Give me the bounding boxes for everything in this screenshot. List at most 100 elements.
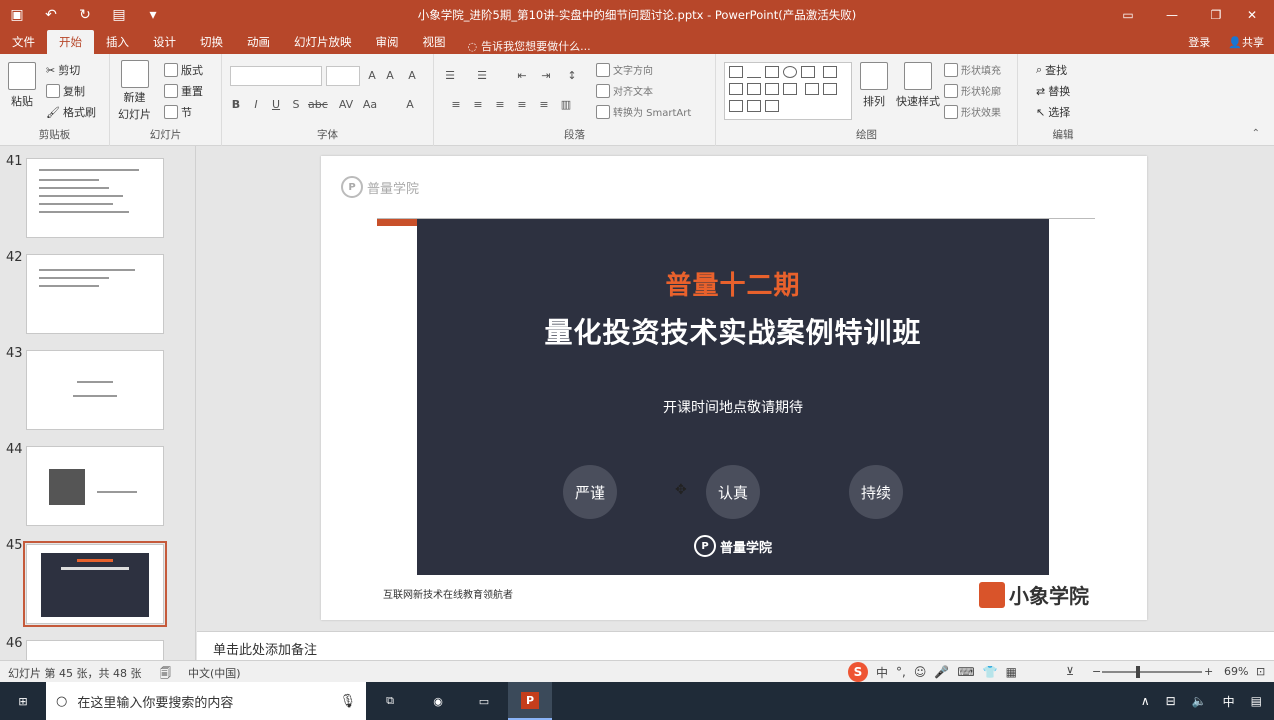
char-spacing-icon[interactable]: AV xyxy=(338,98,354,111)
columns-icon[interactable]: ▥ xyxy=(558,98,574,111)
zoom-slider-track[interactable] xyxy=(1102,671,1202,673)
task-view-icon[interactable]: ⧉ xyxy=(368,682,412,720)
dropdown-icon[interactable]: ▾ xyxy=(136,0,170,30)
paste-button[interactable]: 粘贴 xyxy=(8,62,36,109)
undo-icon[interactable]: ↶ xyxy=(34,0,68,30)
line-spacing-icon[interactable]: ↕ xyxy=(564,69,580,82)
increase-indent-icon[interactable]: ⇥ xyxy=(538,69,554,82)
select-button[interactable]: ↖ 选择 xyxy=(1036,104,1070,120)
copy-button[interactable]: 复制 xyxy=(46,83,85,99)
slide-thumbnail-45[interactable] xyxy=(23,541,167,627)
tell-me-box[interactable]: ◌ 告诉我您想要做什么... xyxy=(458,38,591,54)
editor-scrollbar[interactable] xyxy=(1260,146,1274,626)
slide-thumbnail-43[interactable] xyxy=(26,350,164,430)
thumbnail-scrollbar[interactable] xyxy=(181,146,191,656)
shape-fill-button[interactable]: 形状填充 xyxy=(944,62,1001,77)
save-icon[interactable]: ▣ xyxy=(0,0,34,30)
emoji-icon[interactable]: ☺ xyxy=(914,665,927,679)
new-slide-button[interactable]: 新建 幻灯片 xyxy=(118,60,151,122)
microphone-icon[interactable]: 🎤 xyxy=(934,665,949,679)
notification-icon[interactable]: ▤ xyxy=(1251,694,1262,708)
redo-icon[interactable]: ↻ xyxy=(68,0,102,30)
font-name-combo[interactable] xyxy=(230,66,322,86)
minimize-icon[interactable]: — xyxy=(1150,0,1194,30)
tab-design[interactable]: 设计 xyxy=(141,30,188,54)
zoom-in-icon[interactable]: + xyxy=(1204,665,1213,678)
shape-effects-button[interactable]: 形状效果 xyxy=(944,104,1001,119)
tab-slideshow[interactable]: 幻灯片放映 xyxy=(282,30,364,54)
slide-counter[interactable]: 幻灯片 第 45 张，共 48 张 xyxy=(8,665,141,681)
bullets-icon[interactable]: ☰ xyxy=(442,69,458,82)
tab-file[interactable]: 文件 xyxy=(0,30,47,54)
ime-indicator[interactable]: 中 xyxy=(1223,693,1235,710)
volume-icon[interactable]: 🔈 xyxy=(1192,694,1207,708)
presenter-view-icon[interactable]: ⊻ xyxy=(1066,665,1074,678)
reset-button[interactable]: 重置 xyxy=(164,83,203,99)
align-center-icon[interactable]: ≡ xyxy=(470,98,486,111)
keyboard-icon[interactable]: ⌨ xyxy=(957,665,974,679)
powerpoint-app-icon[interactable]: P xyxy=(508,682,552,720)
bold-icon[interactable]: B xyxy=(228,98,244,111)
show-hidden-icon[interactable]: ∧ xyxy=(1141,694,1150,708)
distribute-icon[interactable]: ≡ xyxy=(536,98,552,111)
recorder-app-icon[interactable]: ▭ xyxy=(462,682,506,720)
toolbox-icon[interactable]: ▦ xyxy=(1006,665,1017,679)
shadow-icon[interactable]: S xyxy=(288,98,304,111)
fit-slide-icon[interactable]: ⊡ xyxy=(1256,665,1265,678)
notes-pane[interactable]: 单击此处添加备注 xyxy=(197,631,1274,661)
shrink-font-icon[interactable]: A xyxy=(382,69,398,82)
zoom-out-icon[interactable]: − xyxy=(1092,665,1101,678)
align-right-icon[interactable]: ≡ xyxy=(492,98,508,111)
replace-button[interactable]: ⇄ 替换 xyxy=(1036,83,1070,99)
language-indicator[interactable]: 中文(中国) xyxy=(188,665,241,681)
browser-app-icon[interactable]: ◉ xyxy=(416,682,460,720)
zoom-slider-thumb[interactable] xyxy=(1136,666,1140,678)
tab-animations[interactable]: 动画 xyxy=(235,30,282,54)
align-left-icon[interactable]: ≡ xyxy=(448,98,464,111)
justify-icon[interactable]: ≡ xyxy=(514,98,530,111)
decrease-indent-icon[interactable]: ⇤ xyxy=(514,69,530,82)
slide-thumbnail-41[interactable] xyxy=(26,158,164,238)
align-text-button[interactable]: 对齐文本 xyxy=(596,83,653,98)
arrange-button[interactable]: 排列 xyxy=(860,62,888,109)
slide-thumbnail-42[interactable] xyxy=(26,254,164,334)
start-button[interactable]: ⊞ xyxy=(0,682,46,720)
present-icon[interactable]: ▤ xyxy=(102,0,136,30)
find-button[interactable]: ⌕ 查找 xyxy=(1036,62,1067,78)
strikethrough-icon[interactable]: abc xyxy=(308,98,328,111)
change-case-icon[interactable]: Aa xyxy=(362,98,378,111)
underline-icon[interactable]: U xyxy=(268,98,284,111)
tab-insert[interactable]: 插入 xyxy=(94,30,141,54)
tab-view[interactable]: 视图 xyxy=(411,30,458,54)
cut-button[interactable]: ✂ 剪切 xyxy=(46,62,80,78)
tab-home[interactable]: 开始 xyxy=(47,30,94,54)
font-size-combo[interactable] xyxy=(326,66,360,86)
numbering-icon[interactable]: ☰ xyxy=(474,69,490,82)
zoom-level[interactable]: 69% xyxy=(1224,665,1248,678)
shapes-gallery[interactable] xyxy=(724,62,852,120)
login-link[interactable]: 登录 xyxy=(1188,34,1210,50)
shape-outline-button[interactable]: 形状轮廓 xyxy=(944,83,1001,98)
slide-thumbnail-46[interactable] xyxy=(26,640,164,660)
slide-canvas[interactable]: P 普量学院 普量十二期 量化投资技术实战案例特训班 开课时间地点敬请期待 严谨… xyxy=(321,156,1147,620)
section-button[interactable]: 节 xyxy=(164,104,192,120)
ime-logo-icon[interactable]: S xyxy=(848,662,868,682)
slide-thumbnail-44[interactable] xyxy=(26,446,164,526)
microphone-icon[interactable]: 🎙 xyxy=(339,694,366,709)
network-icon[interactable]: ⊟ xyxy=(1166,694,1176,708)
collapse-ribbon-icon[interactable]: ⌃ xyxy=(1252,128,1260,139)
font-color-icon[interactable]: A xyxy=(402,98,418,111)
skin-icon[interactable]: 👕 xyxy=(983,665,998,679)
layout-button[interactable]: 版式 xyxy=(164,62,203,78)
smartart-button[interactable]: 转换为 SmartArt xyxy=(596,104,691,119)
quick-styles-button[interactable]: 快速样式 xyxy=(896,62,940,109)
text-direction-button[interactable]: 文字方向 xyxy=(596,62,653,77)
tab-review[interactable]: 审阅 xyxy=(364,30,411,54)
taskbar-search[interactable]: ○ 在这里输入你要搜索的内容 🎙 xyxy=(46,682,366,720)
punctuation-icon[interactable]: °, xyxy=(896,665,906,679)
italic-icon[interactable]: I xyxy=(248,98,264,111)
close-icon[interactable]: ✕ xyxy=(1230,0,1274,30)
format-painter-button[interactable]: 🖌 格式刷 xyxy=(46,104,96,120)
share-button[interactable]: 👤共享 xyxy=(1228,34,1264,50)
ribbon-display-icon[interactable]: ▭ xyxy=(1106,0,1150,30)
